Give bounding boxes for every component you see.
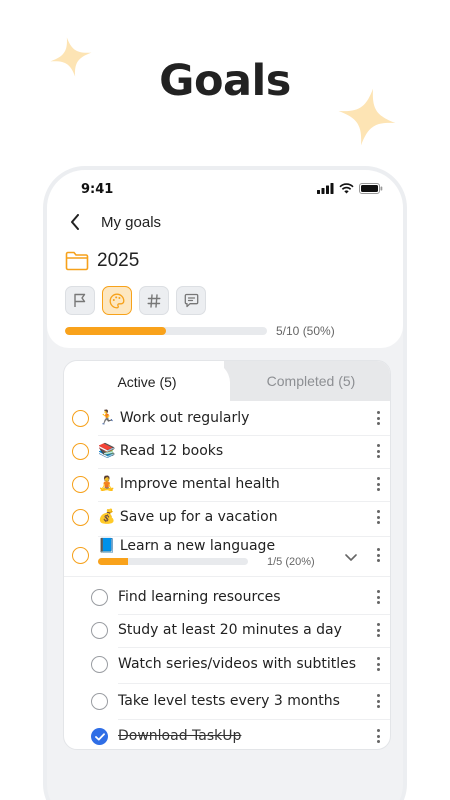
folder-icon: [65, 251, 89, 271]
subtask-checkbox[interactable]: [91, 656, 108, 673]
goal-checkbox[interactable]: [72, 410, 89, 427]
chevron-down-icon[interactable]: [345, 549, 357, 567]
goal-title: 📚 Read 12 books: [98, 443, 224, 459]
divider: [64, 576, 390, 577]
divider: [98, 536, 390, 537]
comment-icon: [184, 293, 198, 308]
palette-button[interactable]: [102, 286, 132, 315]
signal-icon: [317, 183, 334, 194]
wifi-icon: [339, 183, 354, 194]
folder-name: 2025: [97, 250, 140, 271]
more-options-icon[interactable]: [374, 621, 382, 639]
page-title: Goals: [159, 56, 291, 106]
header-card: 9:41 My goals 2025 5/10 (50%): [47, 170, 403, 348]
goal-checkbox[interactable]: [72, 509, 89, 526]
goal-list-card: Active (5) Completed (5) 🏃 Work out regu…: [63, 360, 391, 750]
folder-row[interactable]: 2025: [65, 250, 139, 272]
subtask-title: Study at least 20 minutes a day: [118, 622, 342, 638]
subtask-title: Watch series/videos with subtitles: [118, 656, 357, 672]
progress-bar: [65, 327, 267, 335]
goal-checkbox[interactable]: [72, 443, 89, 460]
goal-title: 📘 Learn a new language: [98, 538, 276, 554]
comment-button[interactable]: [176, 286, 206, 315]
subtask-title: Take level tests every 3 months: [118, 693, 340, 709]
battery-icon: [359, 183, 383, 194]
goal-checkbox[interactable]: [72, 476, 89, 493]
more-options-icon[interactable]: [374, 692, 382, 710]
goal-checkbox[interactable]: [72, 547, 89, 564]
flag-icon: [74, 293, 86, 307]
more-options-icon[interactable]: [374, 546, 382, 564]
divider: [118, 613, 390, 615]
nav-bar: My goals: [65, 212, 161, 232]
more-options-icon[interactable]: [374, 727, 382, 745]
hashtag-icon: [147, 293, 161, 308]
more-options-icon[interactable]: [374, 475, 382, 493]
more-options-icon[interactable]: [374, 409, 382, 427]
tab-completed[interactable]: Completed (5): [230, 361, 390, 401]
goal-title: 🏃 Work out regularly: [98, 410, 250, 426]
more-options-icon[interactable]: [374, 508, 382, 526]
goal-toolbar: [65, 286, 206, 315]
goal-progress-label: 1/5 (20%): [267, 556, 315, 568]
phone-frame: 9:41 My goals 2025 5/10 (50%) Active (5)…: [43, 166, 407, 800]
divider: [98, 467, 390, 469]
goal-title: 🧘 Improve mental health: [98, 476, 280, 492]
goal-title: 💰 Save up for a vacation: [98, 509, 278, 525]
divider: [118, 718, 390, 720]
header-title: My goals: [101, 213, 162, 231]
divider: [98, 434, 390, 436]
progress-label: 5/10 (50%): [276, 324, 335, 338]
flag-button[interactable]: [65, 286, 95, 315]
subtask-title: Download TaskUp: [118, 728, 242, 744]
divider: [118, 682, 390, 684]
goal-progress: 5/10 (50%): [65, 324, 335, 338]
subtask-checkbox[interactable]: [91, 589, 108, 606]
palette-icon: [109, 293, 125, 308]
tab-active[interactable]: Active (5): [64, 361, 230, 403]
status-time: 9:41: [81, 182, 114, 197]
divider: [118, 647, 390, 648]
subtask-checkbox[interactable]: [91, 693, 108, 710]
tab-bar: Active (5) Completed (5): [64, 361, 390, 403]
subtask-checkbox[interactable]: [91, 622, 108, 639]
more-options-icon[interactable]: [374, 655, 382, 673]
more-options-icon[interactable]: [374, 588, 382, 606]
status-icons: [317, 183, 383, 194]
hashtag-button[interactable]: [139, 286, 169, 315]
subtask-title: Find learning resources: [118, 589, 281, 605]
divider: [98, 500, 390, 502]
goal-progress-bar: [98, 558, 248, 565]
more-options-icon[interactable]: [374, 442, 382, 460]
check-icon[interactable]: [91, 728, 108, 745]
chevron-left-icon[interactable]: [65, 212, 85, 232]
